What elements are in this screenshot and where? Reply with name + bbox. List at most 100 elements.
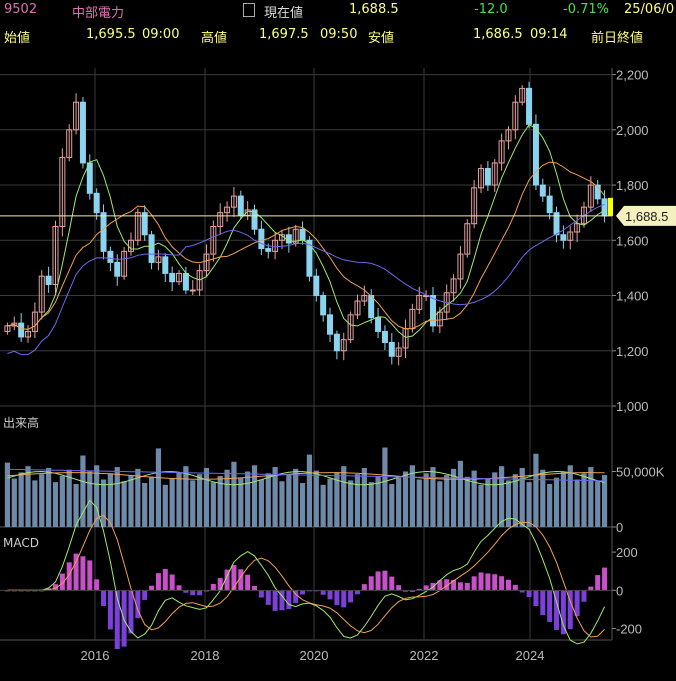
macd-histogram-bar <box>505 579 511 591</box>
low-time: 09:14 <box>530 27 568 42</box>
volume-bar <box>416 479 422 527</box>
macd-histogram-bar <box>595 575 601 591</box>
price-tick-label: 2,200 <box>616 68 649 83</box>
ma-mid-line <box>7 161 605 330</box>
quote-date: 25/06/0 <box>624 2 675 17</box>
macd-histogram-bar <box>368 576 374 591</box>
volume-bar <box>190 480 196 527</box>
volume-bar <box>197 474 203 527</box>
macd-histogram-bar <box>87 560 93 591</box>
macd-histogram-bar <box>210 583 216 591</box>
volume-bar <box>142 483 148 527</box>
volume-bar <box>505 480 512 527</box>
volume-bar <box>100 479 107 527</box>
candle-body <box>327 314 334 335</box>
macd-histogram-bar <box>162 568 168 591</box>
candle-body <box>368 295 375 319</box>
volume-bar <box>121 481 127 527</box>
macd-histogram-bar <box>258 590 264 598</box>
volume-bar <box>210 482 216 527</box>
macd-histogram-bar <box>155 573 161 591</box>
volume-bar <box>155 448 162 527</box>
macd-histogram-bar <box>341 590 347 608</box>
volume-bar <box>183 466 189 527</box>
volume-bar <box>231 461 237 527</box>
volume-bar <box>32 480 38 527</box>
volume-bar <box>595 481 601 527</box>
candle-body <box>532 123 539 186</box>
macd-histogram-bar <box>526 590 532 598</box>
macd-histogram-bar <box>581 590 587 602</box>
volume-bar <box>148 476 155 527</box>
candle-body <box>484 167 491 186</box>
macd-histogram-bar <box>101 590 107 606</box>
volume-bar <box>601 475 608 527</box>
candle-body <box>93 192 100 214</box>
candle-body <box>79 101 86 164</box>
candle-body <box>560 234 567 241</box>
volume-bar <box>306 454 313 527</box>
macd-histogram-bar <box>560 590 566 635</box>
macd-histogram-bar <box>533 590 539 607</box>
high-time: 09:50 <box>320 27 358 42</box>
candle-body <box>333 333 340 352</box>
volume-bar <box>293 468 299 527</box>
macd-histogram-bar <box>286 590 292 610</box>
macd-histogram-bar <box>574 590 580 617</box>
candle-body <box>539 184 546 197</box>
ma-long-line <box>7 203 605 356</box>
macd-histogram-bar <box>217 578 223 591</box>
candle-body <box>429 295 436 327</box>
current-price-marker <box>608 197 613 216</box>
volume-bar <box>430 467 436 527</box>
volume-bar <box>52 482 59 527</box>
macd-histogram-bar <box>73 553 79 591</box>
volume-bar <box>402 471 409 527</box>
volume-bar <box>313 470 319 527</box>
volume-tick-label: 0 <box>616 520 623 535</box>
volume-bar <box>169 478 175 527</box>
volume-bar <box>485 478 491 527</box>
volume-bar <box>464 476 470 527</box>
volume-bar <box>361 467 367 527</box>
volume-bar <box>265 473 271 527</box>
time-tick-label: 2022 <box>410 648 439 663</box>
volume-bar <box>238 477 244 527</box>
document-icon[interactable] <box>243 3 255 17</box>
macd-histogram-bar <box>540 590 546 616</box>
volume-bar <box>46 467 52 527</box>
macd-histogram-bar <box>478 572 484 591</box>
candle-body <box>114 261 121 277</box>
candle-body <box>601 198 608 217</box>
volume-bar <box>574 479 580 527</box>
price-tick-label: 1,400 <box>616 289 649 304</box>
price-tick-label: 1,000 <box>616 399 649 414</box>
macd-histogram-bar <box>499 576 505 591</box>
macd-histogram-bar <box>471 576 477 591</box>
macd-histogram-bar <box>485 573 491 591</box>
macd-histogram-bar <box>149 585 155 591</box>
volume-bar <box>567 465 573 527</box>
volume-bar <box>114 467 120 527</box>
price-tick-label: 2,000 <box>616 123 649 138</box>
volume-bar <box>245 471 251 527</box>
candle-body <box>45 275 52 285</box>
candle-body <box>169 272 176 283</box>
macd-histogram-bar <box>492 574 498 591</box>
candle-body <box>182 272 189 291</box>
macd-histogram-bar <box>334 590 340 606</box>
macd-histogram-bar <box>176 585 182 591</box>
price-panel[interactable]: 1,688.5 <box>0 81 676 366</box>
candle-body <box>299 228 306 241</box>
volume-bar <box>499 466 505 527</box>
volume-bar <box>354 474 361 527</box>
volume-bar <box>547 483 553 527</box>
volume-bar <box>327 478 333 527</box>
volume-bar <box>66 469 72 527</box>
low-value: 1,686.5 <box>473 27 523 42</box>
volume-bar <box>258 479 264 527</box>
macd-label: MACD <box>3 536 39 550</box>
macd-histogram-bar <box>169 574 175 591</box>
candle-body <box>86 162 93 194</box>
stock-chart[interactable]: 1,688.5 2,200 2,000 1,800 1,600 1,400 1,200 1,… <box>0 0 676 681</box>
